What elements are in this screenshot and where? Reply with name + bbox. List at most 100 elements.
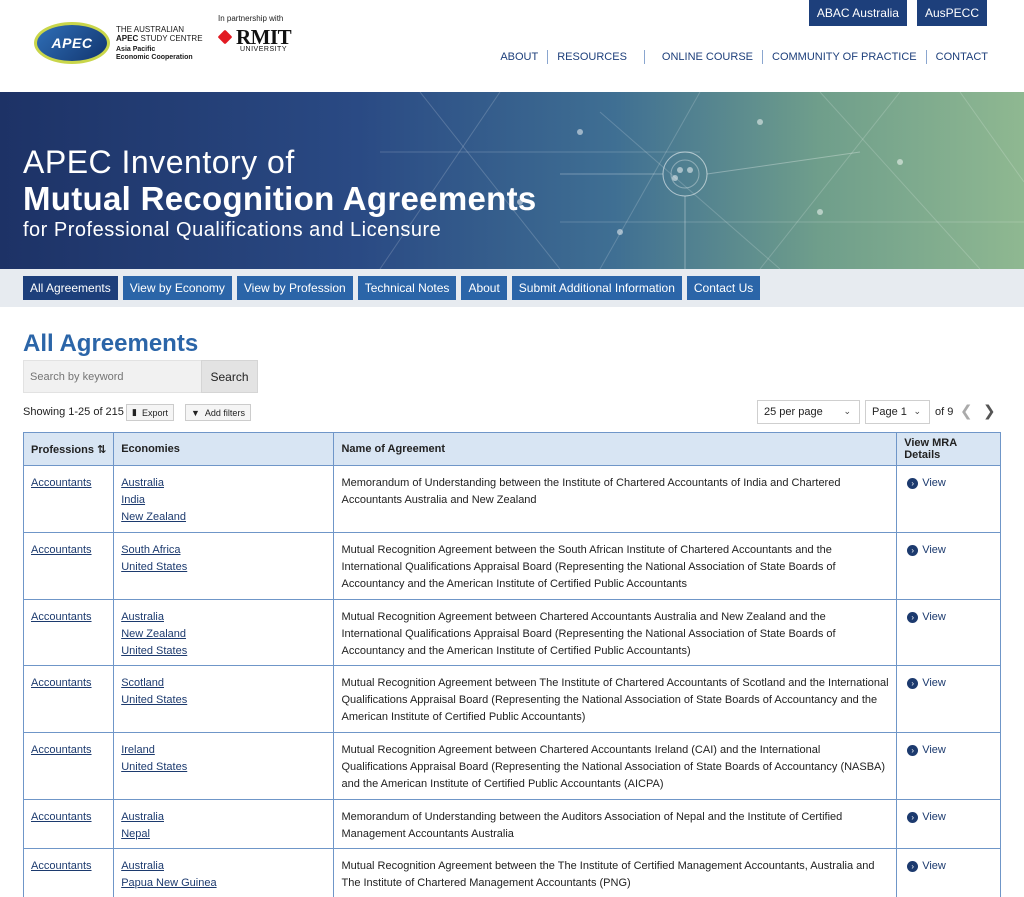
view-details-link[interactable]: › View	[907, 742, 993, 759]
economy-link[interactable]: United States	[121, 643, 326, 660]
cell-economies: Scotland United States	[113, 665, 335, 733]
export-button[interactable]: ▮ Export	[126, 404, 174, 421]
search-input[interactable]	[23, 360, 202, 393]
site-logo[interactable]: APEC THE AUSTRALIAN APEC STUDY CENTRE As…	[34, 13, 292, 64]
economy-link[interactable]: United States	[121, 559, 326, 576]
prev-page-icon[interactable]: ❮	[960, 402, 973, 420]
view-details-link[interactable]: › View	[907, 809, 993, 826]
cell-agreement-name: Mutual Recognition Agreement between Cha…	[333, 732, 898, 800]
tab-all-agreements[interactable]: All Agreements	[23, 276, 118, 300]
cell-agreement-name: Mutual Recognition Agreement between the…	[333, 848, 898, 897]
profession-link[interactable]: Accountants	[31, 475, 106, 492]
profession-link[interactable]: Accountants	[31, 809, 106, 826]
apec-logo-mark: APEC	[34, 22, 110, 64]
results-count: Showing 1-25 of 215	[23, 406, 124, 418]
tab-view-by-profession[interactable]: View by Profession	[236, 276, 353, 300]
auspecc-button[interactable]: AusPECC	[916, 0, 987, 26]
header-professions[interactable]: Professions ⇅	[22, 432, 115, 466]
nav-contact[interactable]: CONTACT	[927, 50, 988, 64]
export-icon: ▮	[132, 407, 137, 417]
table-row: Accountants Ireland United States Mutual Re…	[22, 732, 1001, 800]
cell-economies: Ireland United States	[113, 732, 335, 800]
nav-online-course[interactable]: ONLINE COURSE	[653, 50, 763, 64]
economy-link[interactable]: South Africa	[121, 542, 326, 559]
table-header-row: Professions ⇅ Economies Name of Agreement…	[22, 432, 1001, 466]
banner-title-line1: APEC Inventory of	[23, 144, 295, 180]
add-filters-button[interactable]: ▼ Add filters	[185, 404, 251, 421]
partner-text: In partnership with	[218, 13, 284, 23]
hero-banner: APEC Inventory of Mutual Recognition Agr…	[0, 92, 1024, 269]
tab-about[interactable]: About	[461, 276, 507, 300]
economy-link[interactable]: Nepal	[121, 826, 326, 843]
agreements-table: Professions ⇅ Economies Name of Agreement…	[22, 432, 1001, 897]
chevron-circle-right-icon: ›	[907, 478, 919, 489]
chevron-down-icon: ⌄	[913, 406, 921, 416]
search-button[interactable]: Search	[201, 360, 258, 393]
nav-resources[interactable]: RESOURCES	[548, 50, 645, 64]
header-view-mra-details: View MRA Details	[896, 432, 1001, 466]
cell-agreement-name: Memorandum of Understanding between the …	[333, 799, 898, 849]
rmit-partner-logo: In partnership with RMIT UNIVERSITY	[217, 13, 292, 53]
table-row: Accountants Australia New Zealand United St…	[22, 599, 1001, 666]
cell-view: › View	[896, 665, 1001, 733]
economy-link[interactable]: United States	[121, 692, 326, 709]
economy-link[interactable]: New Zealand	[121, 509, 326, 526]
cell-economies: Australia India New Zealand	[113, 465, 335, 533]
cell-profession: Accountants	[22, 848, 115, 897]
cell-profession: Accountants	[22, 665, 115, 733]
section-nav: All Agreements View by Economy View by P…	[0, 269, 1024, 307]
header-name-of-agreement: Name of Agreement	[333, 432, 898, 466]
economy-link[interactable]: Australia	[121, 609, 326, 626]
cell-economies: Australia Nepal	[113, 799, 335, 849]
abac-australia-button[interactable]: ABAC Australia	[808, 0, 907, 26]
profession-link[interactable]: Accountants	[31, 609, 106, 626]
site-header: APEC THE AUSTRALIAN APEC STUDY CENTRE As…	[0, 0, 1024, 92]
economy-link[interactable]: New Zealand	[121, 626, 326, 643]
page-title: All Agreements	[23, 330, 199, 357]
cell-profession: Accountants	[22, 465, 115, 533]
sort-icon[interactable]: ⇅	[97, 444, 106, 456]
economy-link[interactable]: United States	[121, 759, 326, 776]
nav-about[interactable]: ABOUT	[491, 50, 549, 64]
nav-community-of-practice[interactable]: COMMUNITY OF PRACTICE	[763, 50, 927, 64]
cell-profession: Accountants	[22, 599, 115, 666]
cell-economies: South Africa United States	[113, 532, 335, 600]
economy-link[interactable]: Australia	[121, 809, 326, 826]
view-details-link[interactable]: › View	[907, 675, 993, 692]
economy-link[interactable]: Australia	[121, 475, 326, 492]
economy-link[interactable]: India	[121, 492, 326, 509]
cell-agreement-name: Mutual Recognition Agreement between The…	[333, 665, 898, 733]
economy-link[interactable]: Papua New Guinea	[121, 875, 326, 892]
total-pages: of 9	[935, 406, 954, 418]
view-details-link[interactable]: › View	[907, 475, 993, 492]
view-details-link[interactable]: › View	[907, 542, 993, 559]
chevron-circle-right-icon: ›	[907, 678, 919, 689]
view-details-link[interactable]: › View	[907, 858, 993, 875]
filter-icon: ▼	[191, 407, 200, 418]
cell-profession: Accountants	[22, 732, 115, 800]
profession-link[interactable]: Accountants	[31, 675, 106, 692]
tab-contact-us[interactable]: Contact Us	[686, 276, 761, 300]
per-page-select[interactable]: 25 per page ⌄	[757, 400, 860, 424]
economy-link[interactable]: Ireland	[121, 742, 326, 759]
tab-view-by-economy[interactable]: View by Economy	[122, 276, 232, 300]
cell-agreement-name: Mutual Recognition Agreement between the…	[333, 532, 898, 600]
view-details-link[interactable]: › View	[907, 609, 993, 626]
profession-link[interactable]: Accountants	[31, 542, 106, 559]
table-row: Accountants Australia Papua New Guinea Mutu…	[22, 848, 1001, 897]
economy-link[interactable]: Australia	[121, 858, 326, 875]
cell-view: › View	[896, 848, 1001, 897]
economy-link[interactable]: Scotland	[121, 675, 326, 692]
page-select[interactable]: Page 1 ⌄	[865, 400, 930, 424]
chevron-down-icon: ⌄	[843, 406, 851, 416]
tab-technical-notes[interactable]: Technical Notes	[357, 276, 457, 300]
table-row: Accountants Scotland United States Mutual R…	[22, 665, 1001, 733]
cell-economies: Australia New Zealand United States	[113, 599, 335, 666]
next-page-icon[interactable]: ❯	[983, 402, 996, 420]
cell-economies: Australia Papua New Guinea	[113, 848, 335, 897]
tab-submit-additional-information[interactable]: Submit Additional Information	[511, 276, 682, 300]
profession-link[interactable]: Accountants	[31, 742, 106, 759]
chevron-circle-right-icon: ›	[907, 745, 919, 756]
profession-link[interactable]: Accountants	[31, 858, 106, 875]
cell-view: › View	[896, 532, 1001, 600]
